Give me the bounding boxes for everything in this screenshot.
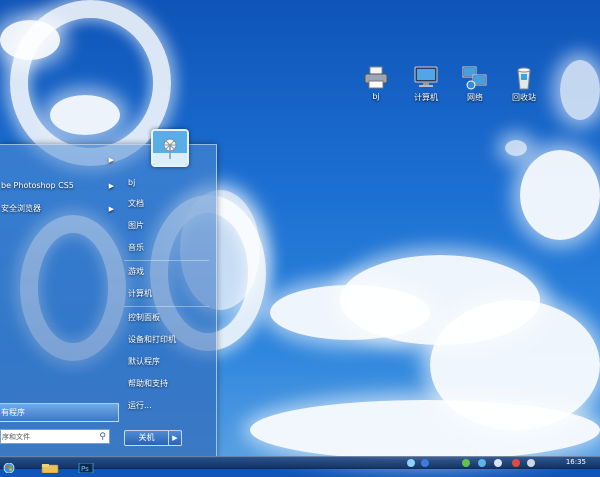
divider xyxy=(124,260,209,261)
shutdown-button[interactable]: 关机 xyxy=(124,430,169,446)
svg-text:Ps: Ps xyxy=(81,465,89,473)
desktop-icon-bj[interactable]: bj xyxy=(356,66,396,101)
right-item-control-panel[interactable]: 控制面板 xyxy=(128,310,160,326)
right-item-user[interactable]: bj xyxy=(128,175,135,191)
network-icon xyxy=(462,66,488,90)
network-status-tray-icon[interactable] xyxy=(527,459,535,467)
search-icon: ⚲ xyxy=(99,432,106,442)
volume-tray-icon[interactable] xyxy=(494,459,502,467)
sync-tray-icon[interactable] xyxy=(462,459,470,467)
desktop-icon-label: 计算机 xyxy=(414,93,438,102)
antivirus-tray-icon[interactable] xyxy=(478,459,486,467)
recycle-bin-icon xyxy=(511,66,537,90)
program-item-browser[interactable]: 安全浏览器 ▶ xyxy=(0,200,120,218)
submenu-arrow-icon: ▶ xyxy=(108,205,114,213)
desktop-icon-recycle-bin[interactable]: 回收站 xyxy=(504,66,544,103)
start-search-input[interactable]: 序和文件 ⚲ xyxy=(0,429,110,444)
right-item-devices-printers[interactable]: 设备和打印机 xyxy=(128,332,176,348)
chevron-right-icon: ▶ xyxy=(172,434,178,442)
right-item-run[interactable]: 运行... xyxy=(128,398,152,414)
program-label: 安全浏览器 xyxy=(1,204,41,213)
taskbar: Ps 16:35 xyxy=(0,456,600,474)
cloud-bank xyxy=(250,400,600,460)
ime-tray-icon[interactable] xyxy=(421,459,429,467)
search-placeholder: 序和文件 xyxy=(2,433,30,441)
desktop-icon-computer[interactable]: 计算机 xyxy=(406,66,446,103)
right-item-default-programs[interactable]: 默认程序 xyxy=(128,354,160,370)
submenu-arrow-icon: ▶ xyxy=(108,182,114,190)
right-item-documents[interactable]: 文档 xyxy=(128,196,144,212)
printer-icon xyxy=(363,66,389,90)
desktop-icon-label: 网络 xyxy=(467,93,483,102)
power-tray-icon[interactable] xyxy=(512,459,520,467)
desktop-icon-label: bj xyxy=(372,92,380,101)
desktop-icon-label: 回收站 xyxy=(512,93,536,102)
submenu-arrow-icon: ▶ xyxy=(108,156,114,164)
right-item-games[interactable]: 游戏 xyxy=(128,264,144,280)
user-picture[interactable] xyxy=(151,129,189,167)
cloud-puff xyxy=(560,60,600,120)
right-item-computer[interactable]: 计算机 xyxy=(128,286,152,302)
user-avatar-icon xyxy=(153,131,187,165)
desktop-icon-network[interactable]: 网络 xyxy=(455,66,495,103)
start-orb-icon[interactable] xyxy=(3,458,23,474)
cloud-bank xyxy=(520,150,600,240)
right-item-music[interactable]: 音乐 xyxy=(128,240,144,256)
right-item-pictures[interactable]: 图片 xyxy=(128,218,144,234)
explorer-folder-icon[interactable] xyxy=(40,458,60,474)
photoshop-icon[interactable]: Ps xyxy=(78,458,98,474)
program-item[interactable]: ▶ xyxy=(0,151,120,169)
network-tray-icon[interactable] xyxy=(407,459,415,467)
all-programs-label: 有程序 xyxy=(1,408,25,417)
program-item-photoshop[interactable]: be Photoshop CS5 ▶ xyxy=(0,177,120,195)
cloud-puff xyxy=(505,140,527,156)
program-label: be Photoshop CS5 xyxy=(1,181,74,190)
taskbar-clock[interactable]: 16:35 xyxy=(566,457,586,467)
all-programs-button[interactable]: 有程序 xyxy=(0,403,119,422)
right-item-help-support[interactable]: 帮助和支持 xyxy=(128,376,168,392)
shutdown-options-button[interactable]: ▶ xyxy=(168,430,182,446)
computer-icon xyxy=(413,66,439,90)
divider xyxy=(124,306,209,307)
